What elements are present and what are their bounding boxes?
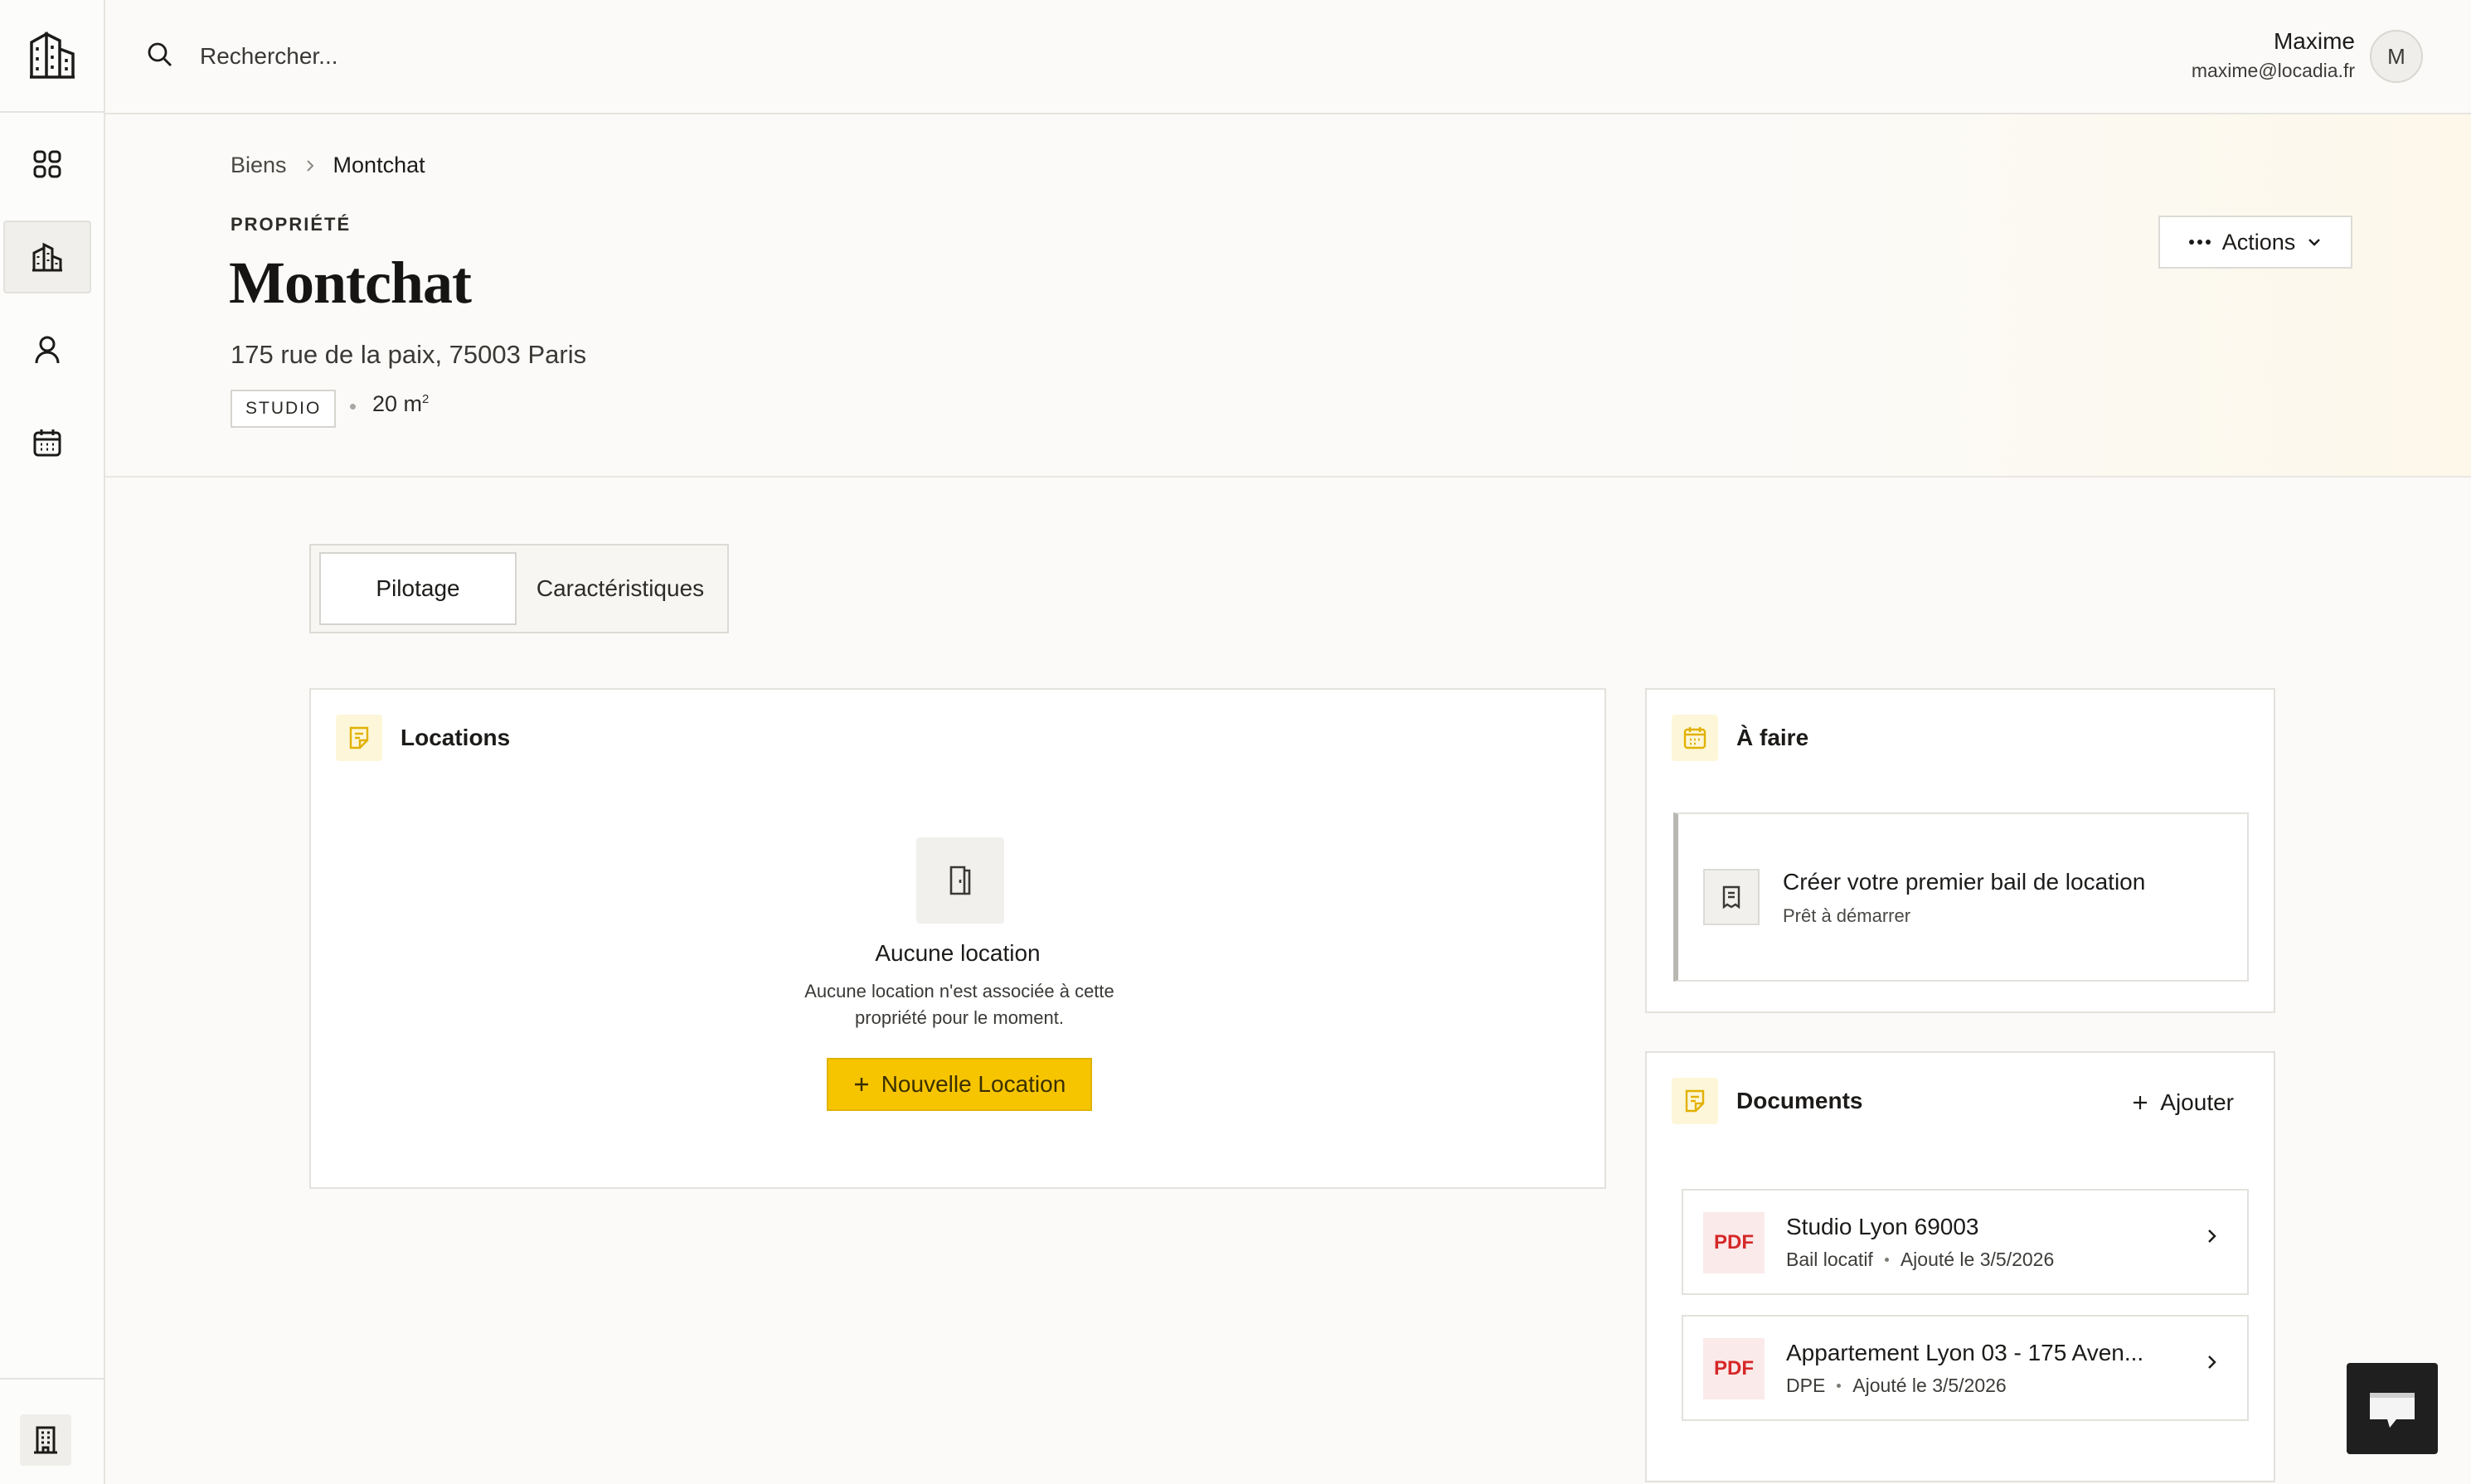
breadcrumb-current: Montchat: [333, 153, 425, 177]
search-input[interactable]: [200, 33, 780, 80]
person-icon: [33, 335, 61, 365]
dashboard-grid-icon: [32, 149, 62, 179]
actions-label: Actions: [2221, 229, 2296, 255]
empty-state-description: Aucune location n'est associée à cette p…: [804, 981, 1114, 1028]
meta-separator: [1837, 1384, 1842, 1388]
user-name: Maxime: [2273, 28, 2355, 54]
tab-caracteristiques[interactable]: Caractéristiques: [518, 552, 722, 625]
document-type: DPE: [1786, 1375, 1826, 1396]
chevron-right-icon: [2206, 1227, 2217, 1245]
todo-item-title: Créer votre premier bail de location: [1783, 869, 2146, 895]
sidebar-item-properties[interactable]: [3, 221, 91, 293]
sidebar-divider: [0, 1378, 104, 1380]
more-horizontal-icon: [2188, 239, 2211, 245]
calendar-todo-icon: [1672, 715, 1718, 761]
breadcrumb-parent[interactable]: Biens: [231, 153, 287, 178]
todo-title: À faire: [1736, 725, 1809, 750]
plus-icon: [853, 1076, 870, 1093]
page-title: Montchat: [229, 250, 472, 316]
avatar[interactable]: M: [2370, 30, 2423, 83]
meta-separator: [1884, 1258, 1889, 1262]
page-eyebrow: PROPRIÉTÉ: [231, 214, 352, 235]
document-note-icon: [1672, 1078, 1718, 1124]
documents-card: Documents Ajouter PDF Studio Lyon 69003 …: [1645, 1051, 2275, 1482]
sidebar-item-calendar[interactable]: [3, 406, 91, 479]
property-address: 175 rue de la paix, 75003 Paris: [231, 340, 587, 369]
add-document-label: Ajouter: [2160, 1089, 2234, 1115]
documents-title: Documents: [1736, 1088, 1863, 1113]
document-date: Ajouté le 3/5/2026: [1852, 1375, 2007, 1396]
receipt-icon: [1703, 869, 1760, 925]
sidebar-item-dashboard[interactable]: [3, 128, 91, 201]
pdf-badge: PDF: [1703, 1338, 1765, 1399]
buildings-icon: [32, 241, 63, 273]
tab-bar: Pilotage Caractéristiques: [309, 544, 729, 633]
todo-card-header: À faire: [1672, 715, 1808, 761]
chat-bubble-icon: [2367, 1386, 2418, 1431]
document-date: Ajouté le 3/5/2026: [1900, 1249, 2055, 1270]
property-type-tag: STUDIO: [231, 390, 337, 428]
locations-title: Locations: [401, 725, 511, 750]
sidebar-item-tenants[interactable]: [3, 313, 91, 386]
door-icon: [916, 837, 1004, 924]
document-meta: DPE Ajouté le 3/5/2026: [1786, 1375, 2007, 1397]
chevron-right-icon: [305, 158, 315, 173]
new-location-button[interactable]: Nouvelle Location: [827, 1058, 1092, 1111]
document-row[interactable]: PDF Studio Lyon 69003 Bail locatif Ajout…: [1682, 1189, 2249, 1295]
locations-card-header: Locations: [336, 715, 510, 761]
document-name: Appartement Lyon 03 - 175 Aven...: [1786, 1340, 2144, 1365]
property-header: Biens Montchat PROPRIÉTÉ Montchat 175 ru…: [105, 114, 2471, 478]
sidebar-item-organization[interactable]: [20, 1414, 71, 1466]
pdf-badge: PDF: [1703, 1212, 1765, 1273]
document-row[interactable]: PDF Appartement Lyon 03 - 175 Aven... DP…: [1682, 1315, 2249, 1421]
actions-button[interactable]: Actions: [2158, 216, 2352, 269]
topbar: Maxime maxime@locadia.fr M: [105, 0, 2471, 114]
documents-card-header: Documents: [1672, 1078, 1862, 1124]
new-location-label: Nouvelle Location: [881, 1071, 1066, 1097]
document-name: Studio Lyon 69003: [1786, 1214, 1979, 1239]
buildings-logo-icon: [28, 31, 76, 80]
empty-state-title: Aucune location: [875, 940, 1041, 966]
add-document-button[interactable]: Ajouter: [2132, 1089, 2234, 1116]
area-value: 20 m: [372, 391, 423, 416]
plus-icon: [2132, 1094, 2148, 1111]
breadcrumb: Biens Montchat: [231, 153, 425, 178]
chevron-down-icon: [2307, 237, 2322, 247]
separator-dot: [350, 404, 356, 410]
todo-card: À faire Créer votre premier bail de loca…: [1645, 688, 2275, 1013]
todo-item-subtitle: Prêt à démarrer: [1783, 905, 1911, 926]
document-note-icon: [336, 715, 382, 761]
chat-widget-button[interactable]: [2347, 1363, 2438, 1454]
tab-pilotage[interactable]: Pilotage: [319, 552, 517, 625]
search-icon: [147, 41, 173, 68]
todo-item[interactable]: Créer votre premier bail de location Prê…: [1673, 812, 2249, 982]
property-area: 20 m2: [372, 391, 429, 417]
document-type: Bail locatif: [1786, 1249, 1873, 1270]
document-meta: Bail locatif Ajouté le 3/5/2026: [1786, 1249, 2054, 1271]
app-logo[interactable]: [0, 0, 104, 113]
office-building-icon: [33, 1426, 58, 1454]
calendar-icon: [32, 428, 62, 458]
area-unit-exponent: 2: [422, 392, 430, 406]
sidebar: [0, 0, 105, 1484]
locations-card: Locations Aucune location Aucune locatio…: [309, 688, 1606, 1189]
chevron-right-icon: [2206, 1353, 2217, 1371]
user-email: maxime@locadia.fr: [2191, 60, 2355, 81]
